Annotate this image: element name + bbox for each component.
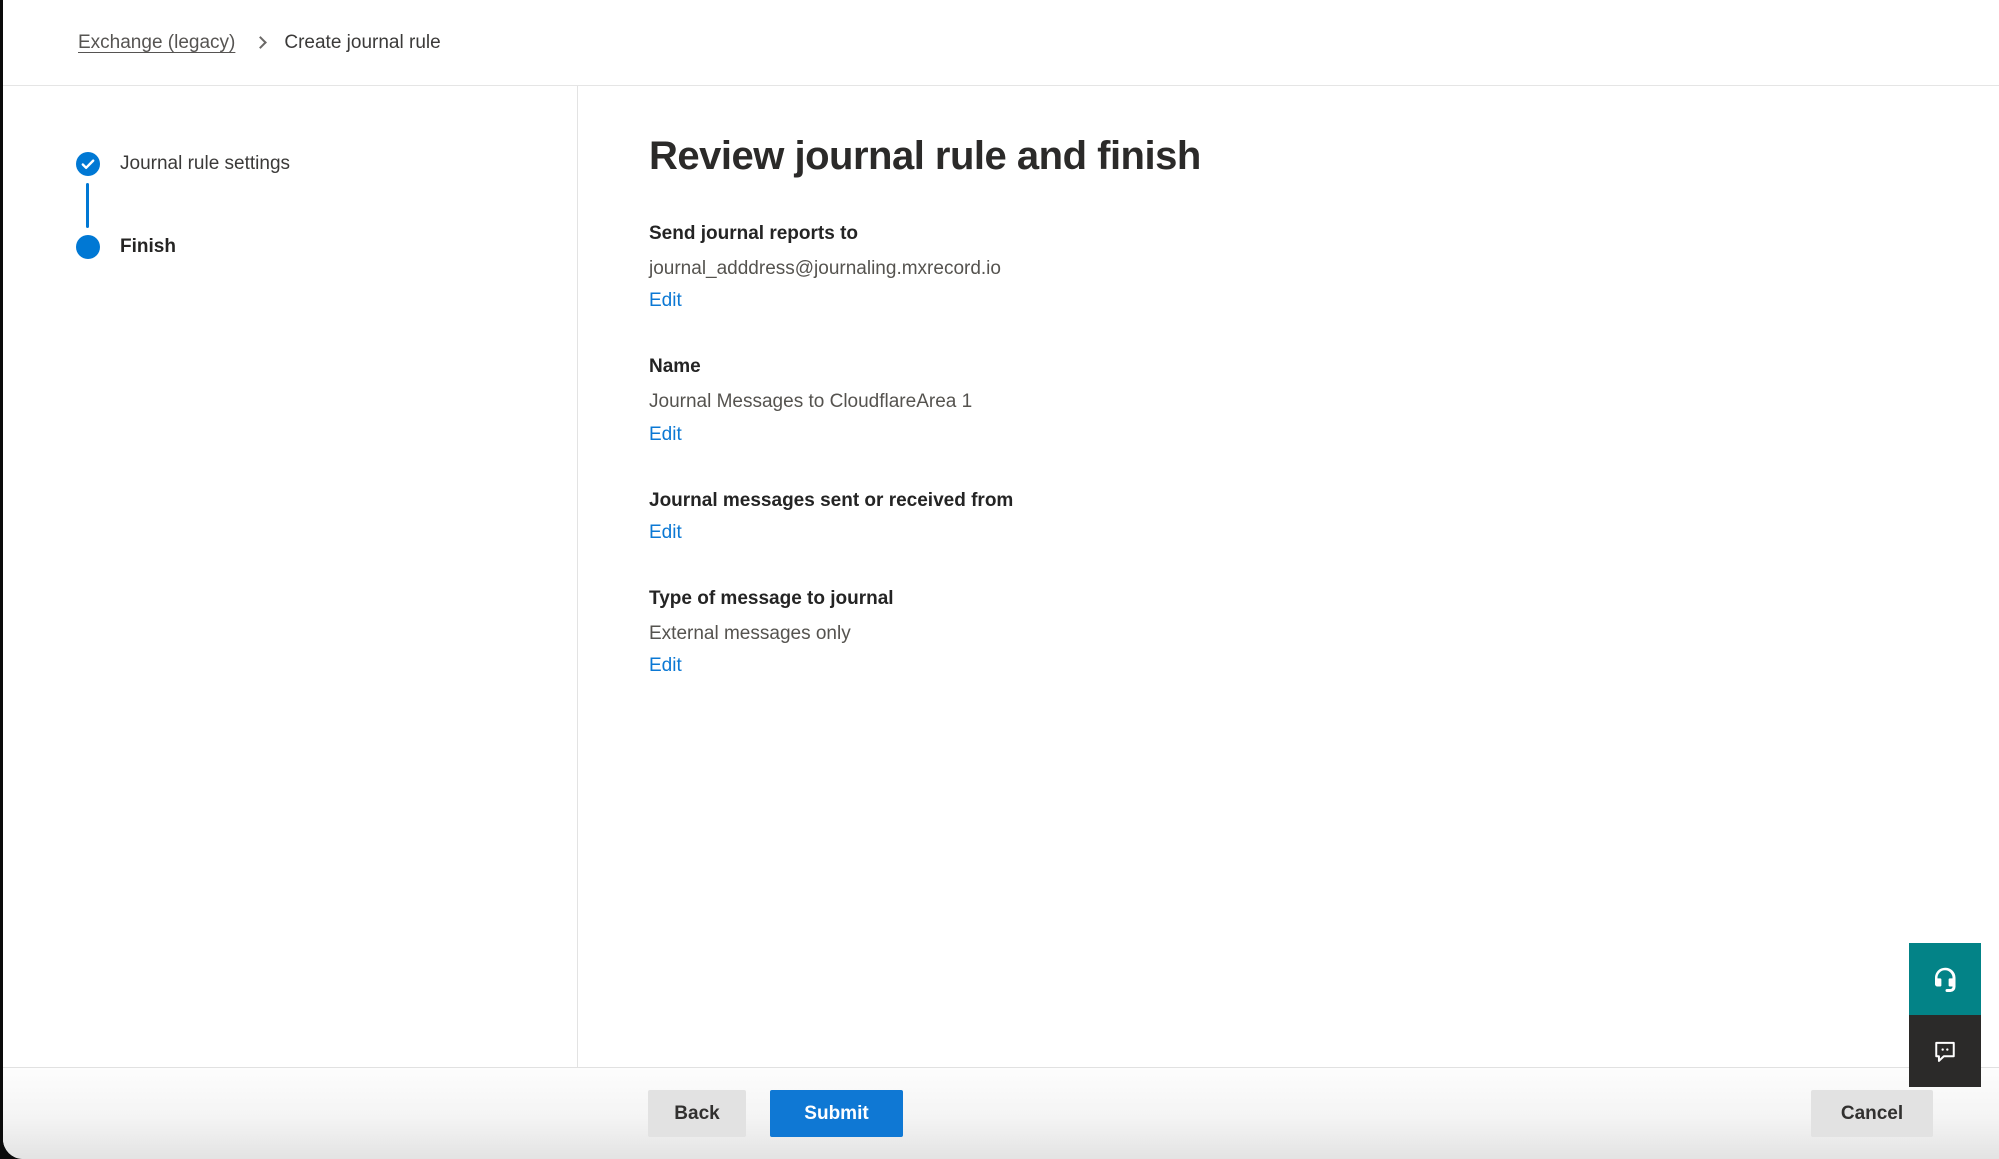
- floating-button-stack: [1909, 943, 1981, 1087]
- wizard-layout: Journal rule settings Finish Review jour…: [3, 86, 1999, 1067]
- breadcrumb: Exchange (legacy) Create journal rule: [3, 0, 1999, 86]
- edit-journal-messages-from-link[interactable]: Edit: [649, 522, 682, 544]
- review-panel: Review journal rule and finish Send jour…: [578, 86, 1999, 1067]
- wizard-step-label: Journal rule settings: [120, 153, 290, 175]
- wizard-step-label: Finish: [120, 236, 176, 258]
- chevron-right-icon: [255, 36, 268, 49]
- back-button[interactable]: Back: [648, 1090, 746, 1137]
- rule-name-value: Journal Messages to CloudflareArea 1: [649, 389, 1939, 415]
- step-connector-line: [86, 183, 89, 228]
- review-section-send-journal-reports-to: Send journal reports to journal_adddress…: [649, 221, 1939, 312]
- edit-message-type-link[interactable]: Edit: [649, 655, 682, 677]
- section-label: Journal messages sent or received from: [649, 488, 1939, 514]
- section-label: Name: [649, 354, 1939, 380]
- footer-action-bar: Back Submit Cancel: [3, 1067, 1999, 1159]
- breadcrumb-current-page: Create journal rule: [284, 32, 440, 54]
- wizard-step-finish[interactable]: Finish: [76, 235, 577, 259]
- page-title: Review journal rule and finish: [649, 134, 1939, 179]
- review-section-journal-messages-from: Journal messages sent or received from E…: [649, 488, 1939, 545]
- feedback-icon: [1931, 1037, 1959, 1065]
- headset-icon: [1930, 964, 1960, 994]
- edit-send-journal-reports-link[interactable]: Edit: [649, 290, 682, 312]
- submit-button[interactable]: Submit: [770, 1090, 903, 1137]
- check-circle-icon: [76, 152, 100, 176]
- help-support-button[interactable]: [1909, 943, 1981, 1015]
- cancel-button[interactable]: Cancel: [1811, 1090, 1933, 1137]
- message-type-value: External messages only: [649, 621, 1939, 647]
- review-section-message-type: Type of message to journal External mess…: [649, 586, 1939, 677]
- journal-report-address-value: journal_adddress@journaling.mxrecord.io: [649, 256, 1939, 282]
- section-label: Send journal reports to: [649, 221, 1939, 247]
- review-section-name: Name Journal Messages to CloudflareArea …: [649, 354, 1939, 445]
- current-step-dot-icon: [76, 235, 100, 259]
- feedback-button[interactable]: [1909, 1015, 1981, 1087]
- wizard-steps-sidebar: Journal rule settings Finish: [3, 86, 578, 1067]
- edit-name-link[interactable]: Edit: [649, 424, 682, 446]
- wizard-step-journal-rule-settings[interactable]: Journal rule settings: [76, 152, 577, 176]
- breadcrumb-link-exchange-legacy[interactable]: Exchange (legacy): [78, 32, 235, 54]
- app-window: Exchange (legacy) Create journal rule Jo…: [3, 0, 1999, 1159]
- section-label: Type of message to journal: [649, 586, 1939, 612]
